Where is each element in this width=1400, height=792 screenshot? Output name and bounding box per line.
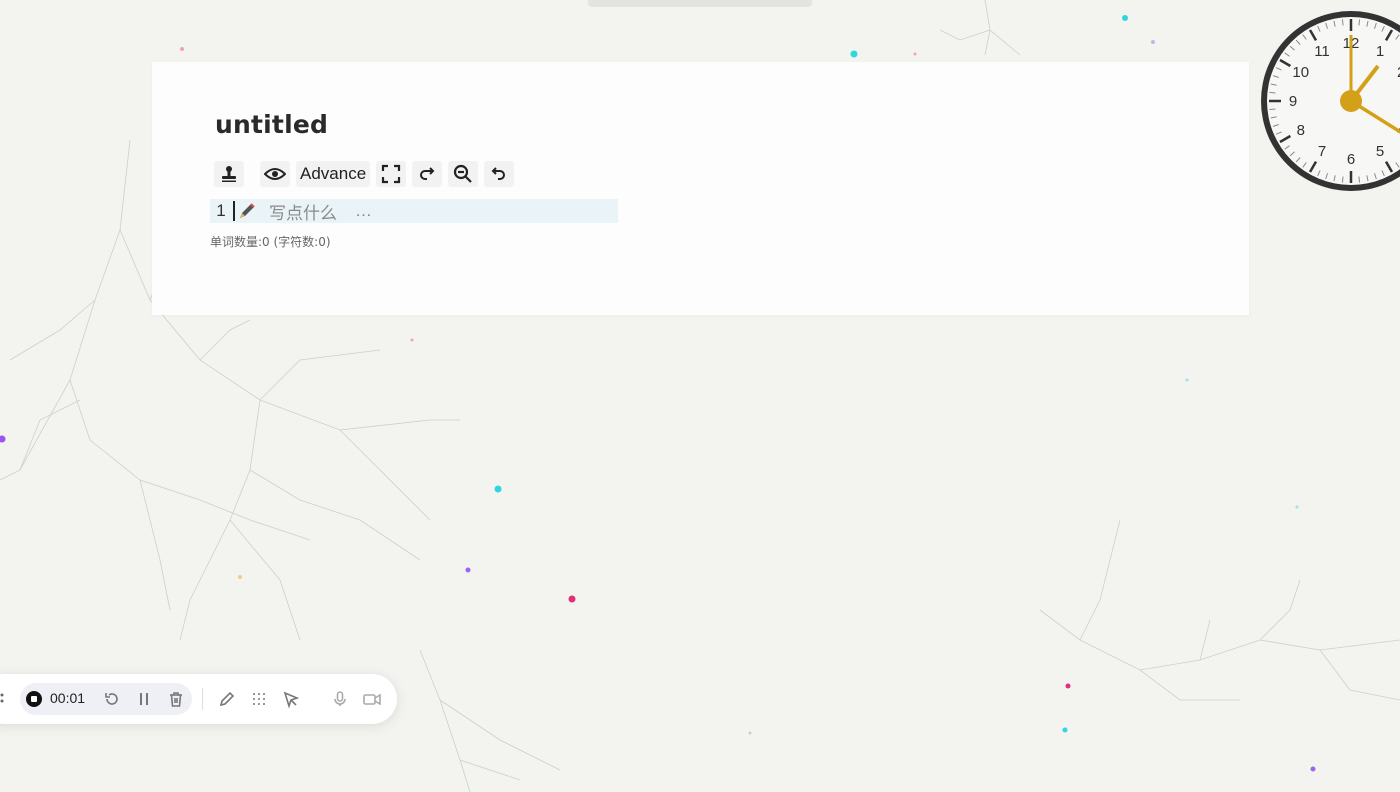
clock-numeral: 9: [1289, 93, 1297, 110]
clock-tick: [1358, 19, 1361, 26]
recording-time: 00:01: [50, 690, 86, 706]
clock-numeral: 8: [1297, 122, 1305, 139]
pause-icon[interactable]: [135, 690, 153, 708]
word-count: 单词数量:0 (字符数:0): [210, 235, 331, 249]
editor-toolbar: Advance: [214, 161, 515, 187]
editor-placeholder[interactable]: 写点什么: [269, 199, 337, 224]
search-button[interactable]: [448, 161, 479, 187]
clock-center: [1340, 90, 1362, 112]
search-icon: [453, 164, 473, 184]
fullscreen-icon: [381, 164, 401, 184]
fullscreen-button[interactable]: [376, 161, 407, 187]
document-title[interactable]: untitled: [215, 110, 328, 139]
top-drag-tab[interactable]: [588, 0, 812, 7]
clock-tick: [1358, 176, 1361, 183]
more-indicator: …: [355, 201, 374, 220]
clock-numeral: 7: [1318, 143, 1326, 160]
analog-clock: 121234567891011: [1261, 11, 1400, 191]
restart-icon[interactable]: [103, 690, 121, 708]
clock-tick: [1269, 108, 1276, 111]
text-caret: [233, 201, 235, 221]
screen-recorder-bar: 00:01: [0, 674, 397, 724]
advance-button[interactable]: Advance: [296, 161, 371, 187]
clock-numeral: 11: [1314, 43, 1330, 60]
line-number: 1: [216, 201, 226, 220]
camera-icon[interactable]: [362, 690, 381, 708]
stamp-button[interactable]: [214, 161, 244, 187]
pen-icon[interactable]: [218, 690, 236, 708]
clock-tick: [1341, 176, 1344, 183]
toolbar-divider: [202, 688, 203, 710]
clock-numeral: 5: [1376, 143, 1384, 160]
eye-icon: [264, 167, 286, 181]
redo-button[interactable]: [412, 161, 443, 187]
redo-icon: [418, 165, 436, 183]
undo-button[interactable]: [484, 161, 515, 187]
clock-numeral: 10: [1292, 64, 1309, 81]
preview-button[interactable]: [260, 161, 290, 187]
grid-icon[interactable]: [250, 690, 268, 708]
clock-tick: [1269, 91, 1276, 94]
clock-tick: [1341, 19, 1344, 26]
mic-icon[interactable]: [331, 690, 349, 708]
editor-line[interactable]: 1 写点什么 …: [210, 199, 618, 224]
stamp-icon: [219, 164, 239, 184]
clock-numeral: 6: [1347, 151, 1355, 168]
drag-handle-icon[interactable]: [0, 692, 4, 706]
cursor-icon[interactable]: [282, 690, 300, 709]
trash-icon[interactable]: [167, 690, 185, 708]
editor-card: untitled Advance 1 写点什么 … 单词数量:0 (字符数:0): [152, 62, 1249, 315]
pencil-icon: [237, 201, 257, 221]
undo-icon: [490, 165, 508, 183]
stop-icon[interactable]: [26, 691, 42, 712]
clock-numeral: 1: [1376, 43, 1384, 60]
